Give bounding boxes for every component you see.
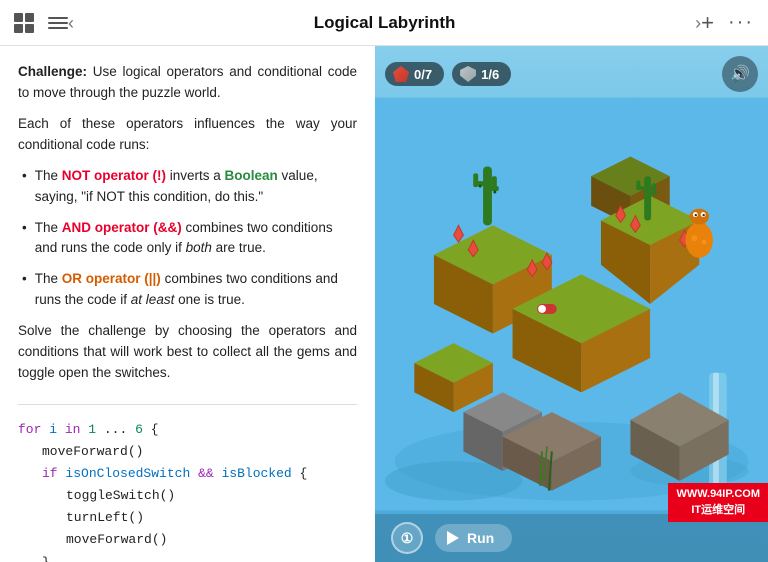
list-view-icon[interactable] xyxy=(48,17,68,29)
not-operator-text: NOT operator (!) xyxy=(62,168,166,183)
gems-count: 0/7 xyxy=(414,67,432,82)
sound-button[interactable]: 🔊 xyxy=(722,56,758,92)
timer-icon: ① xyxy=(401,530,414,547)
solve-paragraph: Solve the challenge by choosing the oper… xyxy=(18,321,357,384)
or-operator-text: OR operator (||) xyxy=(62,271,161,286)
var-i: i xyxy=(49,422,57,437)
game-svg xyxy=(375,96,768,512)
list-item-not: The NOT operator (!) inverts a Boolean v… xyxy=(18,166,357,208)
game-scene xyxy=(375,96,768,512)
grid-view-icon[interactable] xyxy=(14,13,34,33)
header-center: ‹ Logical Labyrinth › xyxy=(68,13,701,33)
list-item-and: The AND operator (&&) combines two condi… xyxy=(18,218,357,260)
bullet-not-content: The NOT operator (!) inverts a Boolean v… xyxy=(35,166,357,208)
watermark-line1: WWW.94IP.COM xyxy=(676,487,760,502)
isblocked-text: isBlocked xyxy=(221,466,291,481)
and-operator-text: AND operator (&&) xyxy=(62,220,182,235)
moveforward-1: moveForward() xyxy=(42,444,143,459)
code-line-7: } xyxy=(18,552,357,562)
watermark: WWW.94IP.COM IT运维空间 xyxy=(668,483,768,522)
shields-count: 1/6 xyxy=(481,67,499,82)
main-content: Challenge: Use logical operators and con… xyxy=(0,46,768,562)
nav-back-chevron[interactable]: ‹ xyxy=(68,14,74,32)
shield-icon xyxy=(460,66,476,82)
run-button[interactable]: Run xyxy=(435,524,512,552)
code-line-6: moveForward() xyxy=(18,529,357,551)
hud-scores: 0/7 1/6 xyxy=(385,62,511,86)
page-title: Logical Labyrinth xyxy=(80,13,689,33)
bullet-or-content: The OR operator (||) combines two condit… xyxy=(35,269,357,311)
game-background: 0/7 1/6 🔊 xyxy=(375,46,768,562)
text-section: Challenge: Use logical operators and con… xyxy=(18,62,357,394)
challenge-paragraph: Challenge: Use logical operators and con… xyxy=(18,62,357,104)
code-line-5: turnLeft() xyxy=(18,507,357,529)
run-label: Run xyxy=(467,530,494,546)
boolean-text: Boolean xyxy=(225,168,278,183)
num-1: 1 xyxy=(88,422,96,437)
timer-button[interactable]: ① xyxy=(391,522,423,554)
header-left-controls xyxy=(14,13,68,33)
challenge-label: Challenge: xyxy=(18,64,87,79)
add-button[interactable]: + xyxy=(701,12,714,34)
sound-icon: 🔊 xyxy=(730,64,750,84)
left-panel: Challenge: Use logical operators and con… xyxy=(0,46,375,562)
hud-bar: 0/7 1/6 🔊 xyxy=(385,56,758,92)
bullet-and-content: The AND operator (&&) combines two condi… xyxy=(35,218,357,260)
both-italic: both xyxy=(186,240,212,255)
condition-text: isOnClosedSwitch xyxy=(65,466,190,481)
operators-list: The NOT operator (!) inverts a Boolean v… xyxy=(18,166,357,312)
watermark-line2: IT运维空间 xyxy=(676,503,760,518)
game-panel: 0/7 1/6 🔊 xyxy=(375,46,768,562)
toggleswitch: toggleSwitch() xyxy=(66,488,175,503)
play-icon xyxy=(447,531,459,545)
app-header: ‹ Logical Labyrinth › + ··· xyxy=(0,0,768,46)
header-right-controls: + ··· xyxy=(701,11,754,34)
operators-intro: Each of these operators influences the w… xyxy=(18,114,357,156)
if-keyword: if xyxy=(42,466,58,481)
gem-icon xyxy=(393,66,409,82)
divider xyxy=(18,404,357,405)
list-item-or: The OR operator (||) combines two condit… xyxy=(18,269,357,311)
num-6: 6 xyxy=(135,422,143,437)
in-keyword: in xyxy=(65,422,81,437)
gems-score: 0/7 xyxy=(385,62,444,86)
and-op: && xyxy=(198,466,214,481)
shields-score: 1/6 xyxy=(452,62,511,86)
moveforward-2: moveForward() xyxy=(66,532,167,547)
atleast-italic: at least xyxy=(131,292,175,307)
code-block: for i in 1 ... 6 { moveForward() if isOn… xyxy=(18,419,357,562)
for-keyword: for xyxy=(18,422,41,437)
more-options-button[interactable]: ··· xyxy=(728,11,754,34)
turnleft: turnLeft() xyxy=(66,510,144,525)
code-line-1: for i in 1 ... 6 { xyxy=(18,419,357,441)
code-line-4: toggleSwitch() xyxy=(18,485,357,507)
code-line-3: if isOnClosedSwitch && isBlocked { xyxy=(18,463,357,485)
code-line-2: moveForward() xyxy=(18,441,357,463)
